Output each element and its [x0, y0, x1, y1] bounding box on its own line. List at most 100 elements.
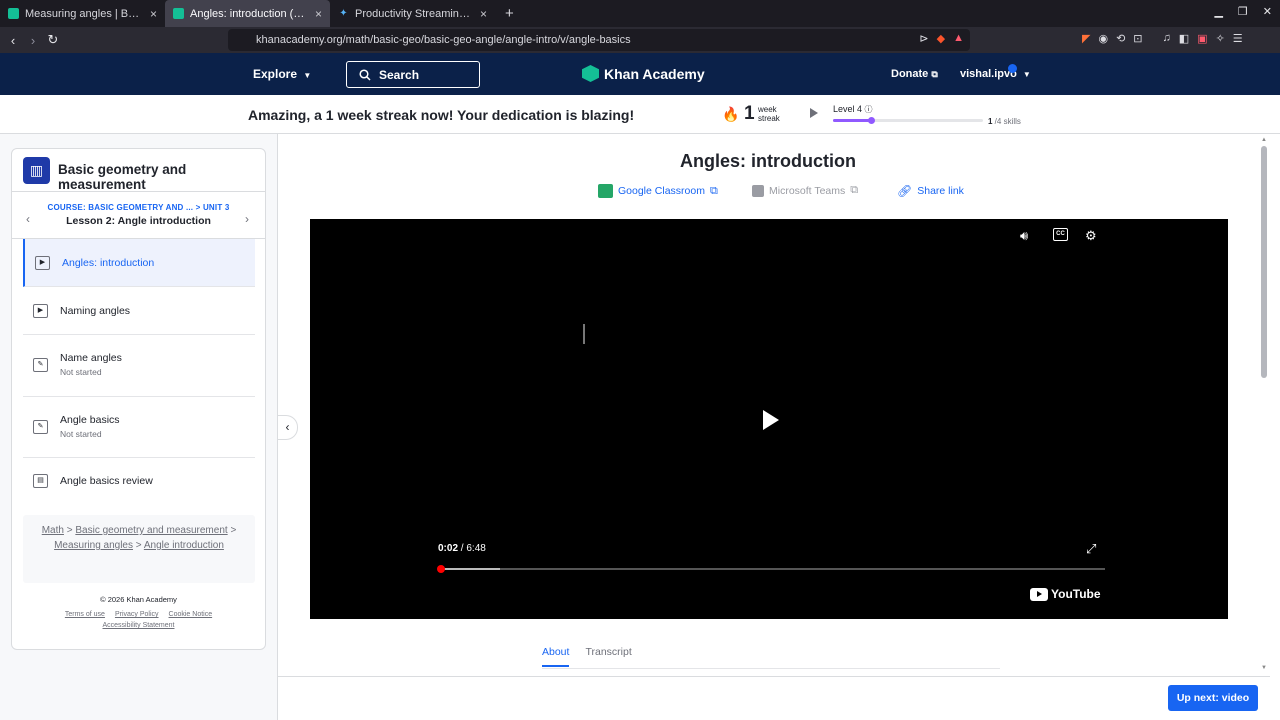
browser-tab-1[interactable]: Measuring angles | Basic geo ×	[0, 0, 165, 27]
khan-academy-logo[interactable]: Khan Academy	[582, 65, 705, 82]
youtube-logo[interactable]: YouTube	[1030, 587, 1101, 601]
video-progress-bar[interactable]	[437, 565, 1105, 573]
close-window-icon[interactable]: ✕	[1263, 5, 1272, 18]
youtube-label: YouTube	[1051, 587, 1101, 601]
close-tab-icon[interactable]: ×	[480, 7, 487, 21]
external-link-icon: ⧉	[850, 184, 859, 196]
close-tab-icon[interactable]: ×	[315, 7, 322, 21]
microsoft-teams-share[interactable]: Microsoft Teams ⧉	[752, 184, 858, 197]
close-tab-icon[interactable]: ×	[150, 7, 157, 21]
course-breadcrumb[interactable]: COURSE: BASIC GEOMETRY AND ... > UNIT 3	[12, 203, 265, 212]
closed-captions-icon[interactable]: CC	[1053, 228, 1068, 241]
tabs-divider	[542, 668, 1000, 669]
skills-count: 1 /4 skills	[988, 117, 1021, 126]
extension-icon[interactable]: ⟲	[1116, 32, 1125, 45]
send-icon[interactable]: ⊳	[919, 32, 928, 45]
cookie-link[interactable]: Cookie Notice	[169, 611, 213, 618]
up-next-button[interactable]: Up next: video	[1168, 685, 1258, 711]
share-link-label: Share link	[917, 185, 964, 197]
streak-message: Amazing, a 1 week streak now! Your dedic…	[248, 107, 635, 123]
page-title: Angles: introduction	[680, 151, 856, 171]
sidebar-item-angle-basics-review[interactable]: ▤ Angle basics review	[23, 458, 255, 504]
minimize-icon[interactable]: ▁	[1214, 5, 1222, 18]
accessibility-link[interactable]: Accessibility Statement	[103, 622, 175, 629]
browser-tab-title: Productivity Streaming Acco	[355, 7, 474, 20]
skills-total: /4 skills	[992, 117, 1021, 126]
sidebar-item-angles-introduction[interactable]: ▶ Angles: introduction	[23, 239, 255, 287]
browser-tab-3[interactable]: ✦ Productivity Streaming Acco ×	[330, 0, 495, 27]
streak-banner: Amazing, a 1 week streak now! Your dedic…	[0, 95, 1280, 134]
sidebar-item-label: Naming angles	[60, 305, 131, 317]
level-label[interactable]: Level 4 ⓘ	[833, 104, 873, 115]
donate-link[interactable]: Donate ⧉	[891, 68, 938, 80]
info-icon[interactable]: ⓘ	[865, 105, 873, 114]
terms-link[interactable]: Terms of use	[65, 611, 105, 618]
browser-tab-2[interactable]: Angles: introduction (vide ×	[165, 0, 330, 27]
back-icon[interactable]: ‹	[3, 33, 23, 48]
breadcrumb-course-link[interactable]: Basic geometry and measurement	[75, 525, 227, 536]
play-triangle-icon[interactable]	[810, 108, 818, 118]
scroll-up-icon[interactable]: ▲	[1261, 137, 1267, 143]
search-button[interactable]: Search	[346, 61, 480, 88]
reload-icon[interactable]: ↻	[43, 32, 63, 48]
wallet-icon[interactable]: ▣	[1197, 32, 1207, 45]
mouse-cursor	[583, 324, 585, 344]
course-book-icon: ▥	[23, 157, 50, 184]
settings-gear-icon[interactable]: ⚙	[1085, 228, 1097, 244]
volume-icon[interactable]: 🔊︎	[1020, 228, 1028, 244]
divider	[12, 191, 265, 192]
extension-icon[interactable]: ⊡	[1133, 32, 1142, 45]
sidebar-item-angle-basics[interactable]: ✎ Angle basics Not started	[23, 397, 255, 458]
extension-icon[interactable]: ◉	[1098, 32, 1108, 45]
maximize-icon[interactable]: ❐	[1238, 5, 1248, 18]
address-bar[interactable]: khanacademy.org/math/basic-geo/basic-geo…	[228, 29, 970, 51]
forward-icon[interactable]: ›	[23, 33, 43, 48]
search-label: Search	[379, 67, 420, 82]
explore-label: Explore	[253, 67, 298, 81]
browser-tab-title: Angles: introduction (vide	[190, 7, 309, 20]
level-progress-bar	[833, 117, 983, 124]
scroll-down-icon[interactable]: ▼	[1261, 665, 1267, 671]
user-menu[interactable]: vishal.ipvo ▼	[960, 68, 1031, 80]
streak-unit-week: week	[758, 105, 777, 114]
breadcrumb-lesson-link[interactable]: Angle introduction	[144, 540, 224, 551]
sidebar-item-label: Angles: introduction	[62, 257, 155, 269]
chevron-down-icon: ▼	[303, 71, 312, 80]
previous-lesson-icon[interactable]: ‹	[26, 212, 30, 226]
sidebar-item-name-angles[interactable]: ✎ Name angles Not started	[23, 335, 255, 397]
sidebar-icon[interactable]: ◧	[1179, 32, 1189, 45]
breadcrumb-unit-link[interactable]: Measuring angles	[54, 540, 133, 551]
rewards-icon[interactable]: ▲	[953, 32, 964, 45]
menu-icon[interactable]: ☰	[1233, 32, 1243, 45]
breadcrumb-math-link[interactable]: Math	[42, 525, 64, 536]
external-link-icon: ⧉	[709, 184, 718, 197]
music-icon[interactable]: ♫	[1163, 32, 1171, 45]
share-link-button[interactable]: 🔗︎ Share link	[897, 184, 964, 198]
brave-shield-icon[interactable]: ◆	[937, 32, 945, 45]
breadcrumb-separator: >	[135, 540, 142, 551]
leo-icon[interactable]: ✧	[1216, 32, 1225, 45]
explore-menu[interactable]: Explore ▼	[253, 67, 311, 81]
site-header: Explore ▼ Search Khan Academy Donate ⧉ v…	[0, 53, 1280, 95]
copyright: © 2026 Khan Academy	[100, 595, 177, 604]
breadcrumb-separator: >	[66, 525, 73, 536]
sidebar-item-naming-angles[interactable]: ▶ Naming angles	[23, 287, 255, 335]
extension-toolbar: ◤ ◉ ⟲ ⊡ ♫ ◧ ▣ ✧ ☰	[1082, 32, 1243, 45]
video-player[interactable]: 🔊︎ CC ⚙ 0:02 / 6:48 ⤢ YouTube	[310, 219, 1228, 619]
chevron-down-icon: ▼	[1022, 70, 1031, 79]
new-tab-button[interactable]: +	[495, 5, 524, 22]
fullscreen-icon[interactable]: ⤢	[1086, 541, 1096, 557]
tab-transcript[interactable]: Transcript	[585, 646, 631, 667]
privacy-link[interactable]: Privacy Policy	[115, 611, 159, 618]
play-icon[interactable]	[763, 410, 779, 430]
course-title[interactable]: Basic geometry and measurement	[58, 162, 265, 192]
browser-tab-title: Measuring angles | Basic geo	[25, 7, 144, 20]
extension-icon[interactable]: ◤	[1082, 32, 1090, 45]
scrollbar-thumb[interactable]	[1261, 146, 1267, 378]
next-lesson-icon[interactable]: ›	[245, 212, 249, 226]
tab-about[interactable]: About	[542, 646, 570, 667]
sidebar-item-label: Angle basics	[60, 414, 120, 426]
collapse-sidebar-button[interactable]: ‹	[278, 415, 298, 440]
scrubber-handle[interactable]	[437, 565, 446, 573]
google-classroom-share[interactable]: Google Classroom ⧉	[598, 184, 718, 198]
